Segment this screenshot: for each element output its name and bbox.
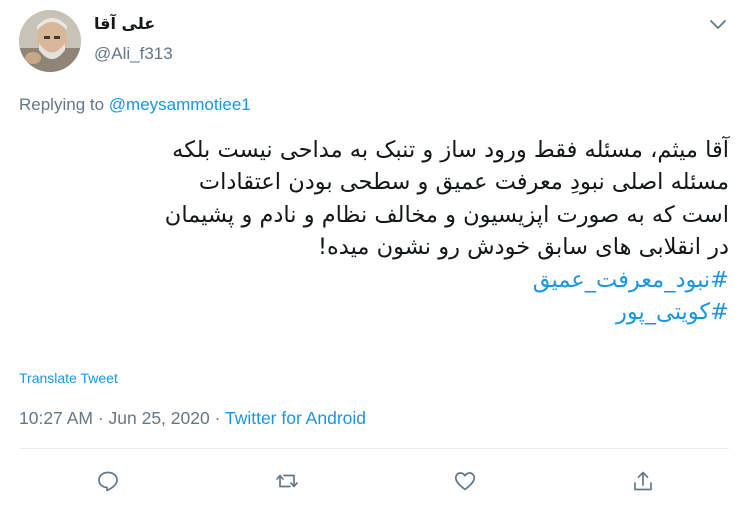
tweet-source-link[interactable]: Twitter for Android	[225, 408, 366, 428]
tweet-text-line: است که به صورت اپزیسیون و مخالف نظام و ن…	[164, 201, 729, 228]
tweet-text-line: مسئله اصلی نبودِ معرفت عمیق و سطحی بودن …	[198, 169, 729, 196]
hashtag-link[interactable]: #کویتی_پور	[17, 296, 729, 328]
display-name[interactable]: علی آقا	[94, 14, 155, 33]
tweet-metadata: 10:27 AM · Jun 25, 2020 · Twitter for An…	[19, 408, 366, 429]
share-icon[interactable]	[631, 470, 655, 492]
retweet-icon[interactable]	[275, 470, 299, 492]
tweet-date[interactable]: Jun 25, 2020	[109, 408, 210, 428]
tweet-card: علی آقا @Ali_f313 Replying to @meysammot…	[0, 0, 748, 509]
meta-separator: ·	[209, 408, 225, 428]
translate-tweet-link[interactable]: Translate Tweet	[19, 370, 118, 386]
replying-to: Replying to @meysammotiee1	[19, 95, 251, 115]
avatar[interactable]	[19, 10, 81, 72]
replying-prefix: Replying to	[19, 95, 109, 114]
tweet-text-line: آقا میثم، مسئله فقط ورود ساز و تنبک به م…	[172, 137, 729, 163]
tweet-time[interactable]: 10:27 AM	[19, 408, 93, 428]
reply-icon[interactable]	[96, 470, 120, 492]
heart-icon[interactable]	[453, 470, 477, 492]
user-handle[interactable]: @Ali_f313	[94, 44, 173, 64]
hashtag-link[interactable]: #نبود_معرفت_عمیق	[17, 264, 729, 296]
meta-separator: ·	[92, 408, 109, 428]
divider	[19, 448, 729, 449]
tweet-text-line: در انقلابی های سابق خودش رو نشون میده!	[317, 234, 729, 261]
reply-mention-link[interactable]: @meysammotiee1	[109, 95, 251, 114]
avatar-image	[19, 10, 81, 72]
chevron-down-icon[interactable]	[709, 17, 727, 31]
tweet-text: آقا میثم، مسئله فقط ورود ساز و تنبک به م…	[17, 134, 729, 328]
